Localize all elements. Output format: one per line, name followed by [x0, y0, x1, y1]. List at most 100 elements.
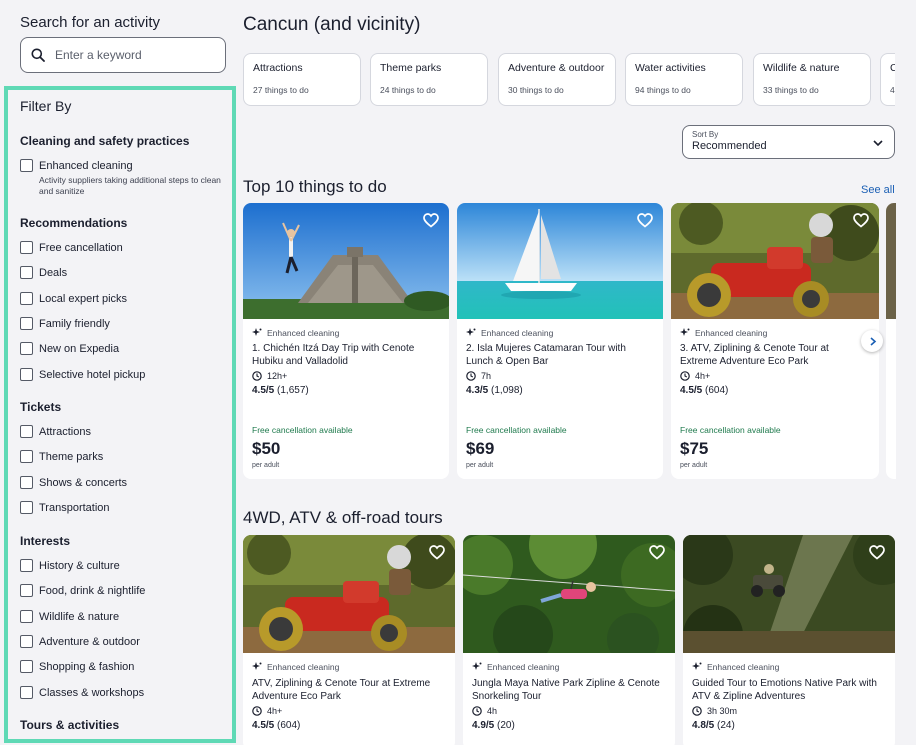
checkbox[interactable] [20, 368, 33, 381]
checkbox[interactable] [20, 425, 33, 438]
rating-score: 4.5/5 [680, 385, 703, 396]
category-card-theme-parks[interactable]: Theme parks 24 things to do [370, 53, 488, 106]
filter-theme-parks[interactable]: Theme parks [20, 450, 103, 463]
filter-label: Food, drink & nightlife [39, 584, 146, 597]
filter-deals[interactable]: Deals [20, 266, 67, 279]
sparkle-icon [252, 662, 262, 670]
filter-adventure-outdoor[interactable]: Adventure & outdoor [20, 635, 140, 648]
price: $69 [466, 439, 495, 458]
see-all-link[interactable]: See all [861, 184, 895, 196]
category-count: 27 things to do [253, 85, 309, 95]
price: $75 [680, 439, 709, 458]
chevron-right-icon [869, 336, 876, 346]
filter-label: Transportation [39, 501, 110, 514]
rating: 4.8/5 (24) [692, 720, 735, 731]
checkbox[interactable] [20, 686, 33, 699]
checkbox[interactable] [20, 241, 33, 254]
filter-section-tickets: Tickets [20, 400, 62, 414]
clock-icon [466, 371, 476, 381]
filter-section-cleaning: Cleaning and safety practices [20, 134, 190, 148]
filter-enhanced-cleaning[interactable]: Enhanced cleaning [20, 159, 133, 172]
activity-card[interactable]: Enhanced cleaning 3. ATV, Ziplining & Ce… [671, 203, 879, 479]
card-title: 2. Isla Mujeres Catamaran Tour with Lunc… [466, 343, 626, 367]
filter-attractions[interactable]: Attractions [20, 425, 91, 438]
checkbox[interactable] [20, 559, 33, 572]
filter-history-culture[interactable]: History & culture [20, 559, 120, 572]
checkbox[interactable] [20, 476, 33, 489]
category-card-adventure-outdoor[interactable]: Adventure & outdoor 30 things to do [498, 53, 616, 106]
sort-dropdown[interactable]: Sort By Recommended [682, 125, 895, 159]
activity-card[interactable]: Enhanced cleaning 1. Chichén Itzá Day Tr… [243, 203, 449, 479]
filter-local-expert-picks[interactable]: Local expert picks [20, 292, 127, 305]
checkbox[interactable] [20, 610, 33, 623]
heart-icon[interactable] [649, 545, 665, 560]
duration-value: 3h 30m [707, 706, 738, 716]
badge-label: Enhanced cleaning [267, 662, 340, 672]
filter-transportation[interactable]: Transportation [20, 501, 110, 514]
checkbox[interactable] [20, 501, 33, 514]
filter-family-friendly[interactable]: Family friendly [20, 317, 110, 330]
checkbox[interactable] [20, 660, 33, 673]
heart-icon[interactable] [853, 213, 869, 228]
filter-label: Free cancellation [39, 241, 123, 254]
activity-card[interactable]: Enhanced cleaning Guided Tour to Emotion… [683, 535, 895, 745]
category-card-wildlife-nature[interactable]: Wildlife & nature 33 things to do [753, 53, 871, 106]
filter-wildlife-nature[interactable]: Wildlife & nature [20, 610, 119, 623]
badge-label: Enhanced cleaning [695, 328, 768, 338]
category-card-attractions[interactable]: Attractions 27 things to do [243, 53, 361, 106]
filter-shows-concerts[interactable]: Shows & concerts [20, 476, 127, 489]
carousel-next-button[interactable] [861, 330, 883, 352]
filter-free-cancellation[interactable]: Free cancellation [20, 241, 123, 254]
filter-classes-workshops[interactable]: Classes & workshops [20, 686, 144, 699]
price: $50 [252, 439, 281, 458]
left-column: Search for an activity Filter By Cleanin… [0, 0, 240, 745]
category-name: Water activities [635, 62, 706, 74]
filter-label: Wildlife & nature [39, 610, 120, 623]
heart-icon[interactable] [423, 213, 439, 228]
duration-value: 4h [487, 706, 498, 716]
checkbox[interactable] [20, 635, 33, 648]
price-unit: per adult [252, 462, 280, 469]
free-cancellation-note: Free cancellation available [466, 425, 567, 435]
search-box[interactable] [20, 37, 226, 73]
filter-label: Theme parks [39, 450, 104, 463]
filter-shopping-fashion[interactable]: Shopping & fashion [20, 660, 134, 673]
activity-card[interactable]: Enhanced cleaning Jungla Maya Native Par… [463, 535, 675, 745]
heart-icon[interactable] [637, 213, 653, 228]
zipline-image [463, 535, 675, 653]
filter-food-drink-nightlife[interactable]: Food, drink & nightlife [20, 584, 145, 597]
category-card-water-activities[interactable]: Water activities 94 things to do [625, 53, 743, 106]
clock-icon [252, 706, 262, 716]
rating: 4.9/5 (20) [472, 720, 515, 731]
category-count: 94 things to do [635, 85, 691, 95]
free-cancellation-note: Free cancellation available [252, 425, 353, 435]
heart-icon[interactable] [429, 545, 445, 560]
filter-label: Shows & concerts [39, 476, 128, 489]
category-card-partial[interactable]: C 4 [880, 53, 895, 106]
heart-icon[interactable] [869, 545, 885, 560]
checkbox[interactable] [20, 342, 33, 355]
checkbox[interactable] [20, 266, 33, 279]
filter-selective-hotel-pickup[interactable]: Selective hotel pickup [20, 368, 145, 381]
enhanced-cleaning-badge: Enhanced cleaning [252, 662, 339, 672]
filter-new-on-expedia[interactable]: New on Expedia [20, 342, 119, 355]
sparkle-icon [680, 328, 690, 336]
checkbox[interactable] [20, 584, 33, 597]
checkbox[interactable] [20, 450, 33, 463]
checkbox[interactable] [20, 317, 33, 330]
activity-card-peek[interactable] [886, 203, 896, 479]
badge-label: Enhanced cleaning [481, 328, 554, 338]
checkbox[interactable] [20, 159, 33, 172]
filter-section-tours: Tours & activities [20, 718, 120, 732]
filter-section-recommendations: Recommendations [20, 216, 128, 230]
activity-card[interactable]: Enhanced cleaning 2. Isla Mujeres Catama… [457, 203, 663, 479]
review-count: (1,098) [491, 385, 523, 396]
activity-card[interactable]: Enhanced cleaning ATV, Ziplining & Cenot… [243, 535, 455, 745]
search-input[interactable] [55, 48, 205, 62]
rating-score: 4.5/5 [252, 385, 275, 396]
category-name: Attractions [253, 62, 303, 74]
search-icon [31, 48, 45, 62]
checkbox[interactable] [20, 292, 33, 305]
filter-label: Selective hotel pickup [39, 368, 146, 381]
duration: 7h [466, 371, 491, 381]
